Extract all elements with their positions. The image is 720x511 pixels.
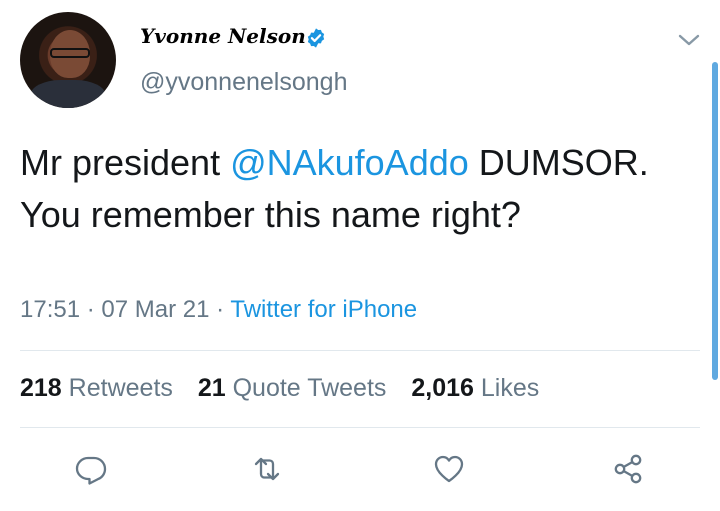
tweet-time[interactable]: 17:51 [20, 296, 80, 323]
retweet-icon[interactable] [250, 452, 284, 486]
chevron-down-icon[interactable] [676, 30, 702, 50]
likes-count: 2,016 [411, 374, 474, 402]
reply-icon[interactable] [74, 452, 108, 486]
display-name[interactable]: Yvonne Nelson [140, 24, 306, 48]
quote-tweets-stat[interactable]: 21 Quote Tweets [198, 374, 387, 402]
divider [20, 350, 700, 351]
likes-stat[interactable]: 2,016 Likes [411, 374, 539, 402]
mention-link[interactable]: @NAkufoAddo [230, 142, 469, 183]
avatar-glasses [50, 48, 90, 58]
verified-badge-icon [307, 28, 325, 48]
tweet-stats: 218 Retweets 21 Quote Tweets 2,016 Likes [20, 374, 557, 403]
share-icon[interactable] [611, 452, 645, 486]
retweets-stat[interactable]: 218 Retweets [20, 374, 173, 402]
tweet-meta: 17:51 · 07 Mar 21 · Twitter for iPhone [20, 296, 417, 324]
quotes-label: Quote Tweets [232, 374, 387, 402]
likes-label: Likes [480, 374, 540, 402]
divider [20, 427, 700, 428]
tweet-text: Mr president @NAkufoAddo DUMSOR. You rem… [20, 137, 700, 241]
retweets-count: 218 [20, 374, 62, 402]
tweet-date[interactable]: 07 Mar 21 [101, 296, 209, 323]
quotes-count: 21 [197, 374, 226, 402]
meta-separator: · [86, 296, 95, 323]
tweet-source[interactable]: Twitter for iPhone [230, 296, 417, 323]
avatar[interactable] [20, 12, 116, 108]
meta-separator: · [216, 296, 225, 323]
scrollbar[interactable] [712, 62, 718, 380]
user-handle[interactable]: @yvonnenelsongh [140, 68, 347, 97]
tweet-text-start: Mr president [20, 142, 231, 183]
heart-icon[interactable] [432, 452, 466, 486]
retweets-label: Retweets [68, 374, 173, 402]
avatar-suit [30, 80, 106, 108]
action-bar [0, 452, 720, 492]
